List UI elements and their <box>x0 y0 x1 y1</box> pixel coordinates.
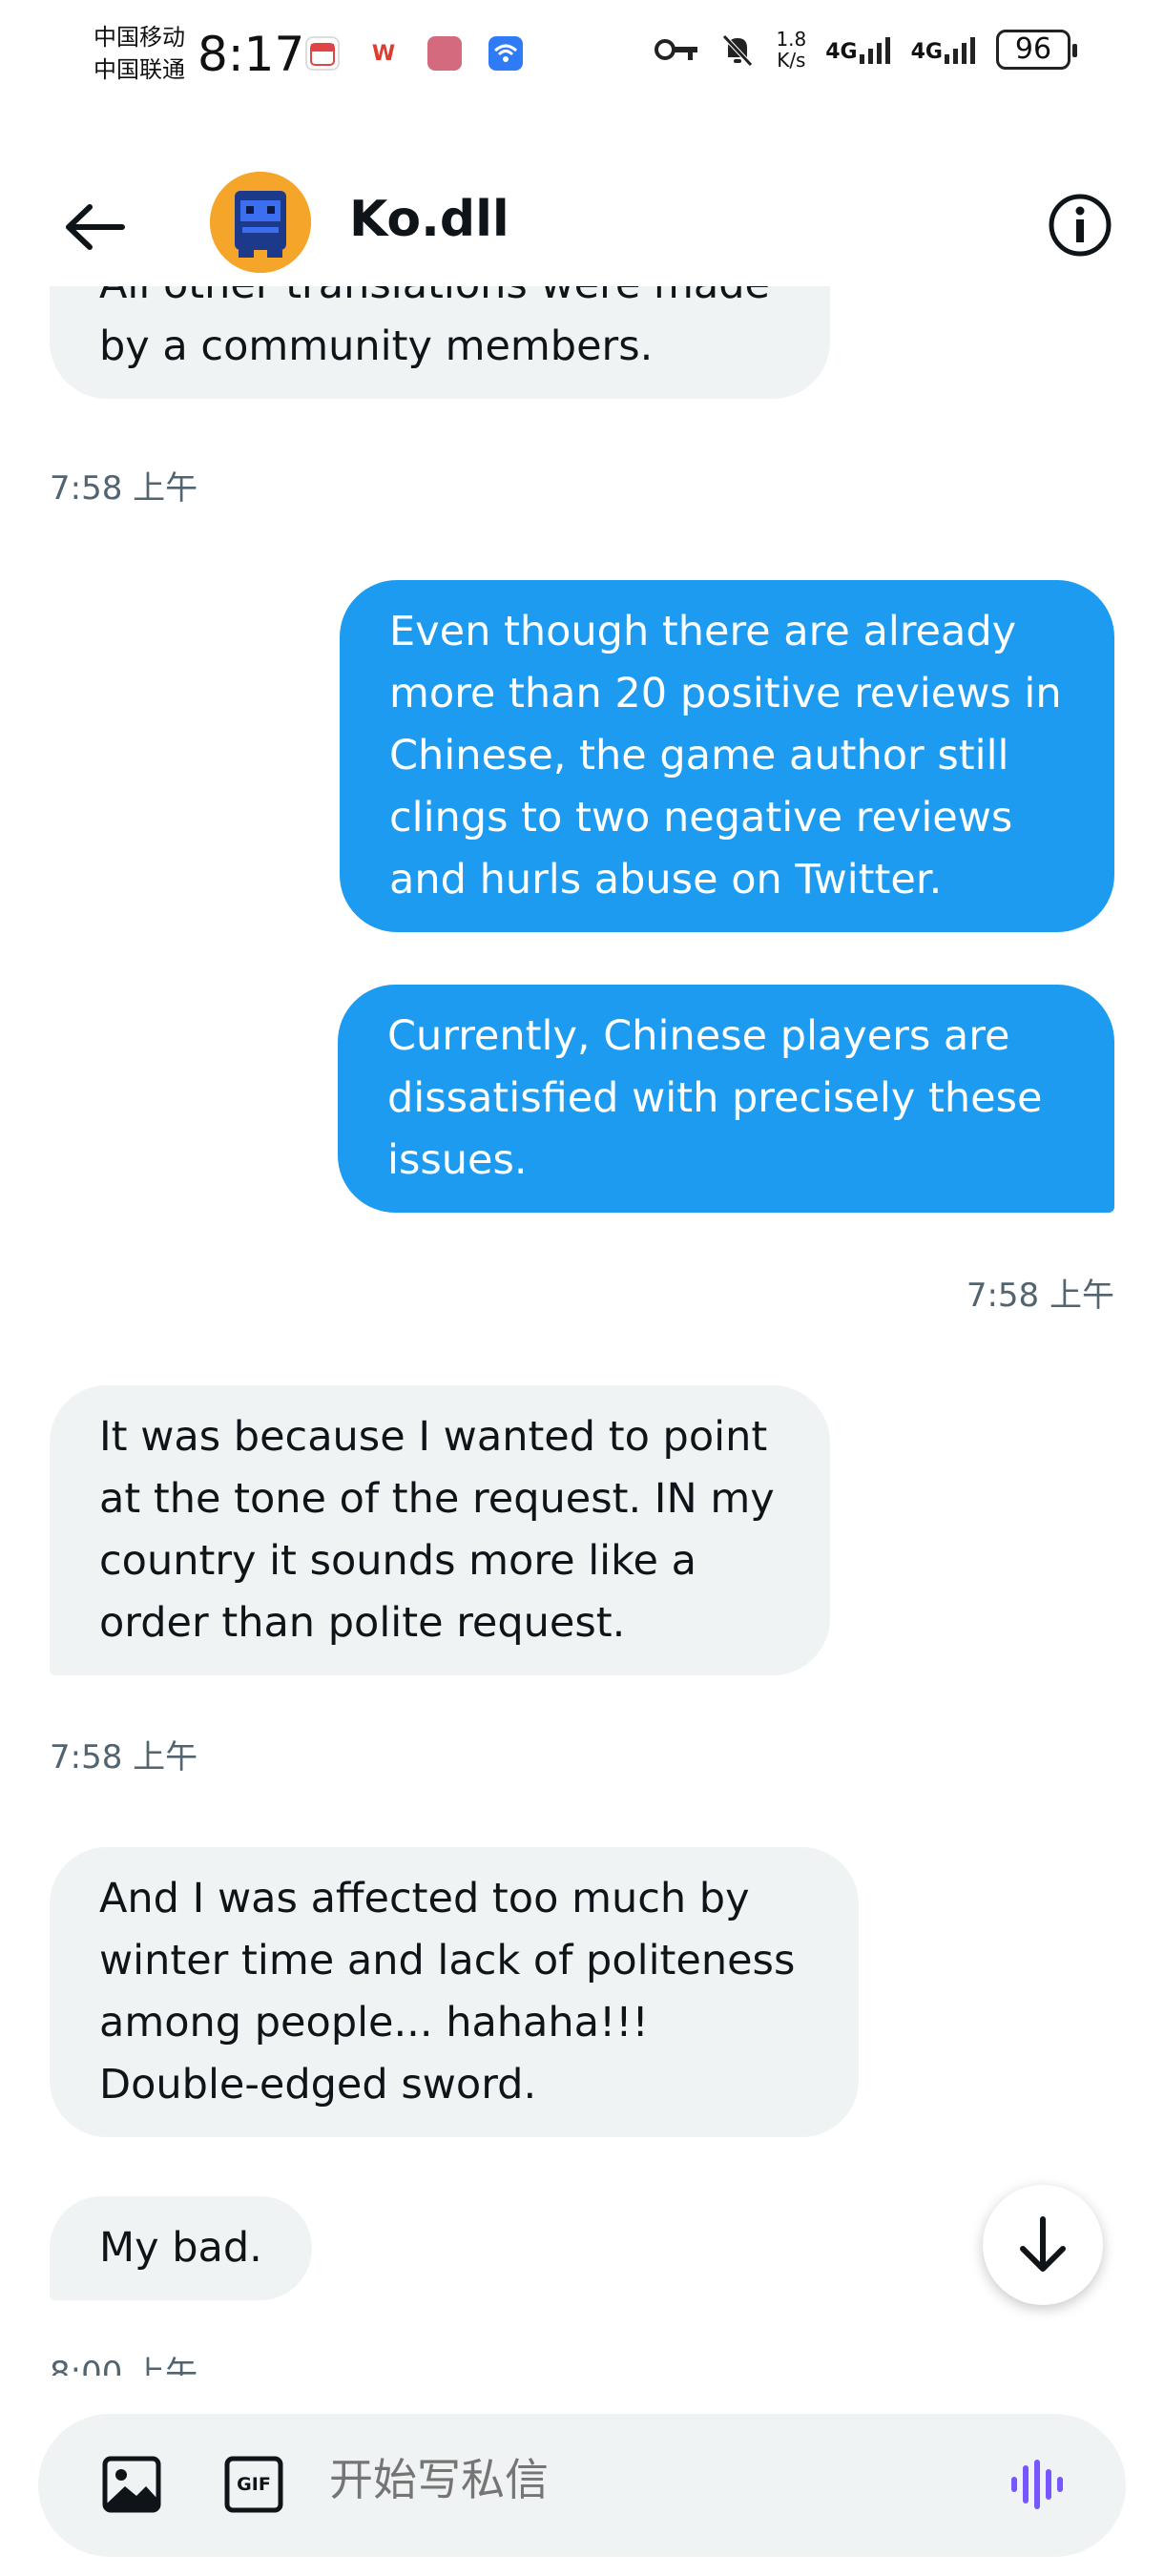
message-composer: GIF <box>38 2414 1126 2557</box>
gif-button[interactable]: GIF <box>219 2450 288 2519</box>
contact-name[interactable]: Ko.dll <box>349 191 509 248</box>
calendar-app-icon <box>305 36 340 71</box>
notification-icons: W <box>305 36 523 71</box>
contact-avatar[interactable] <box>210 172 311 273</box>
message-bubble-incoming[interactable]: All other translations were made by a co… <box>50 286 830 399</box>
system-status-icons: 1.8 K/s 4G 4G 96 <box>654 29 1077 71</box>
message-text: Even though there are already more than … <box>389 608 1062 904</box>
carrier-2: 中国联通 <box>94 56 185 83</box>
wifi-app-icon <box>488 36 523 71</box>
message-timestamp: 7:58 上午 <box>50 1738 198 1776</box>
media-button[interactable] <box>97 2450 166 2519</box>
arrow-left-icon <box>66 204 125 250</box>
message-text: Currently, Chinese players are dissatisf… <box>387 1012 1043 1184</box>
carrier-1: 中国移动 <box>94 24 185 51</box>
status-time: 8:17 <box>197 27 305 82</box>
message-text: It was because I wanted to point at the … <box>99 1413 775 1647</box>
signal-2-icon: 4G <box>911 35 977 64</box>
message-timestamp: 7:58 上午 <box>966 1277 1114 1315</box>
photo-app-icon <box>427 36 462 71</box>
message-text: And I was affected too much by winter ti… <box>99 1875 796 2109</box>
battery-indicator: 96 <box>996 30 1077 70</box>
signal-1-icon: 4G <box>825 35 891 64</box>
message-timestamp: 8:00 上午 <box>50 2355 198 2376</box>
message-timestamp: 7:58 上午 <box>50 469 198 508</box>
message-thread[interactable]: All other translations were made by a co… <box>0 286 1164 2376</box>
network-speed: 1.8 K/s <box>776 29 806 71</box>
scroll-to-bottom-button[interactable] <box>983 2185 1103 2305</box>
message-bubble-incoming[interactable]: My bad. <box>50 2196 312 2300</box>
message-text: by a community members. <box>99 322 654 370</box>
message-bubble-incoming[interactable]: It was because I wanted to point at the … <box>50 1385 830 1675</box>
carrier-info: 中国移动 中国联通 <box>94 21 185 86</box>
wps-app-icon: W <box>371 41 396 66</box>
message-text: My bad. <box>99 2224 262 2272</box>
conversation-info-button[interactable] <box>1046 191 1114 260</box>
voice-message-button[interactable] <box>1002 2450 1070 2519</box>
message-bubble-outgoing[interactable]: Currently, Chinese players are dissatisf… <box>338 985 1114 1213</box>
status-bar: 中国移动 中国联通 8:17 W 1.8 K/s 4G 4G 96 <box>0 0 1164 114</box>
gif-label: GIF <box>237 2474 271 2495</box>
signal-1-label: 4G <box>825 40 858 64</box>
info-icon <box>1049 194 1112 257</box>
key-icon <box>655 39 698 60</box>
arrow-down-icon <box>1020 2216 1066 2272</box>
message-input[interactable] <box>329 2454 997 2505</box>
back-button[interactable] <box>57 189 134 265</box>
mute-bell-icon <box>722 34 754 67</box>
image-icon <box>102 2456 161 2513</box>
signal-2-label: 4G <box>910 40 943 64</box>
conversation-header: Ko.dll <box>0 162 1164 286</box>
voice-waveform-icon <box>1011 2460 1063 2509</box>
message-bubble-incoming[interactable]: And I was affected too much by winter ti… <box>50 1847 859 2137</box>
message-bubble-outgoing[interactable]: Even though there are already more than … <box>340 580 1114 932</box>
net-speed-value: 1.8 <box>776 28 807 51</box>
message-text: All other translations were made <box>99 286 780 316</box>
net-speed-unit: K/s <box>777 49 806 72</box>
